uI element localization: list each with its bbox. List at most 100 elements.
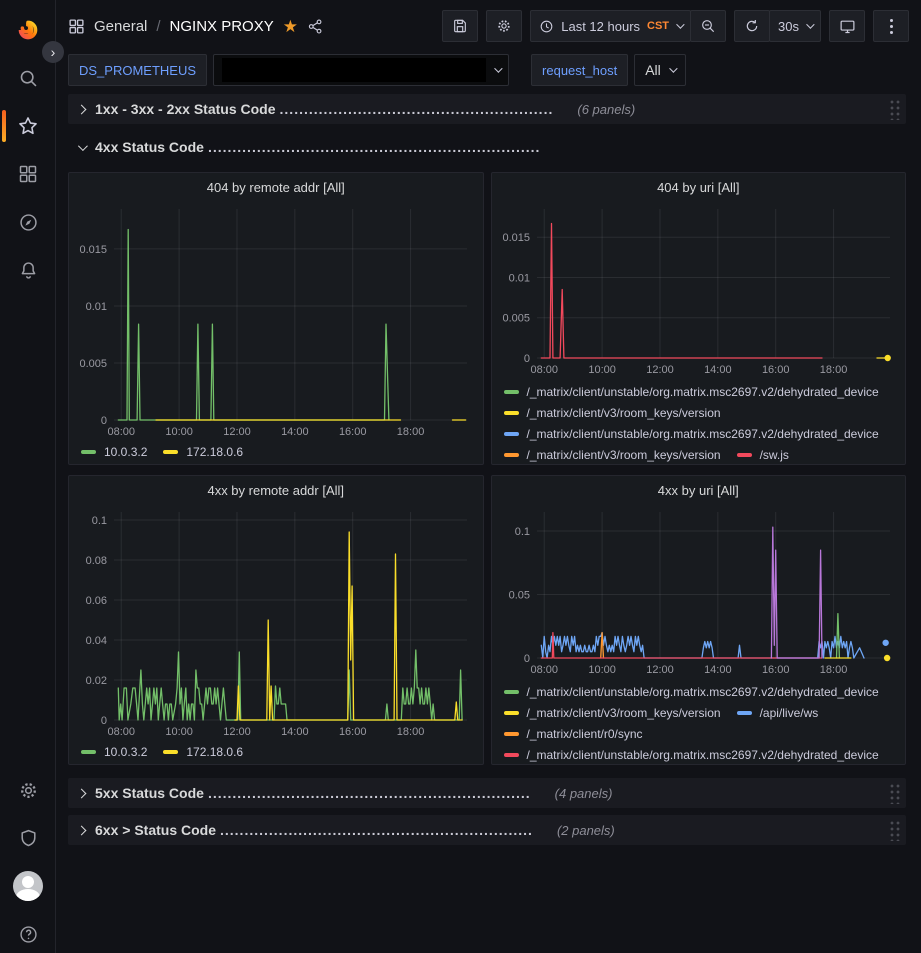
row-dot-leader: ........................................… [208,139,541,155]
variable-value-label: All [645,62,661,78]
compass-icon [18,212,39,233]
legend-label: /sw.js [760,448,789,462]
legend-item[interactable]: /_matrix/client/v3/room_keys/version [504,702,721,723]
svg-text:0: 0 [524,653,530,665]
legend-item[interactable]: /_matrix/client/unstable/org.matrix.msc2… [504,744,879,762]
sidebar-item-configuration[interactable] [0,772,56,808]
row-dot-leader: ........................................… [220,822,533,838]
favorite-star-icon[interactable]: ★ [283,18,298,35]
variable-label-ds-prometheus[interactable]: DS_PROMETHEUS [68,54,207,86]
legend-item[interactable]: /_matrix/client/r0/sync [504,723,643,744]
legend-item[interactable]: /_matrix/client/unstable/org.matrix.msc2… [504,381,879,402]
legend-item[interactable]: /_matrix/client/unstable/org.matrix.msc2… [504,423,879,444]
refresh-icon [744,18,760,34]
drag-handle-icon[interactable] [888,819,902,841]
variable-label-request-host[interactable]: request_host [531,54,628,86]
legend-item[interactable]: 172.18.0.6 [163,441,243,462]
legend-label: /_matrix/client/v3/room_keys/version [527,406,721,420]
sidebar-item-search[interactable] [0,60,56,96]
tv-mode-button[interactable] [829,10,865,42]
timeseries-chart[interactable]: 00.0050.010.01508:0010:0012:0014:0016:00… [497,203,900,378]
legend-item[interactable]: 10.0.3.2 [81,441,147,462]
svg-text:08:00: 08:00 [108,426,136,438]
svg-text:10:00: 10:00 [588,364,616,376]
sidebar-item-help[interactable] [0,916,56,952]
svg-text:14:00: 14:00 [704,664,732,676]
legend-swatch-icon [504,390,519,394]
refresh-interval-picker[interactable]: 30s [769,10,821,42]
legend-label: 172.18.0.6 [186,745,243,759]
save-dashboard-button[interactable] [442,10,478,42]
legend-item[interactable]: 172.18.0.6 [163,741,243,762]
legend-label: 10.0.3.2 [104,745,147,759]
panel-title[interactable]: 404 by remote addr [All] [69,173,483,203]
variable-value-ds-prometheus[interactable] [213,54,509,86]
sidebar-item-profile[interactable] [0,868,56,904]
row-4xx[interactable]: 4xx Status Code ........................… [68,132,906,162]
sidebar-item-dashboards[interactable] [0,156,56,192]
share-icon[interactable] [307,18,324,35]
timeseries-chart[interactable]: 00.0050.010.01508:0010:0012:0014:0016:00… [74,203,477,438]
breadcrumb-separator: / [156,18,160,35]
drag-handle-icon[interactable] [888,98,902,120]
legend-swatch-icon [163,750,178,754]
svg-text:0.015: 0.015 [80,244,108,256]
legend-label: /_matrix/client/unstable/org.matrix.msc2… [527,748,879,762]
gear-icon [496,18,512,34]
sidebar-item-explore[interactable] [0,204,56,240]
panel-4xx-by-uri: 4xx by uri [All] 00.050.108:0010:0012:00… [491,475,907,765]
sidebar-expand-button[interactable]: › [42,41,64,63]
breadcrumb-section[interactable]: General [94,18,147,35]
panel-title[interactable]: 404 by uri [All] [492,173,906,203]
gear-icon [18,780,39,801]
row-panel-count: (4 panels) [555,786,613,801]
chevron-right-icon [77,825,87,835]
legend-label: 172.18.0.6 [186,445,243,459]
row-6xx[interactable]: 6xx > Status Code ......................… [68,815,906,845]
row-5xx[interactable]: 5xx Status Code ........................… [68,778,906,808]
legend-item[interactable]: /api/live/ws [737,702,819,723]
panel-title[interactable]: 4xx by uri [All] [492,476,906,506]
timeseries-chart[interactable]: 00.020.040.060.080.108:0010:0012:0014:00… [74,506,477,738]
clock-icon [539,19,554,34]
more-options-button[interactable] [873,10,909,42]
refresh-button[interactable] [734,10,770,42]
svg-text:16:00: 16:00 [762,664,790,676]
panel-title[interactable]: 4xx by remote addr [All] [69,476,483,506]
legend-swatch-icon [81,450,96,454]
legend-item[interactable]: /_matrix/client/unstable/org.matrix.msc2… [504,681,879,702]
time-range-picker[interactable]: Last 12 hours CST [530,10,691,42]
svg-text:0.1: 0.1 [514,526,529,538]
row-1xx-3xx-2xx[interactable]: 1xx - 3xx - 2xx Status Code ............… [68,94,906,124]
legend-swatch-icon [163,450,178,454]
timeseries-chart[interactable]: 00.050.108:0010:0012:0014:0016:0018:00 [497,506,900,678]
sidebar-item-server-admin[interactable] [0,820,56,856]
svg-text:0.1: 0.1 [92,515,107,527]
svg-text:12:00: 12:00 [646,664,674,676]
legend-label: 10.0.3.2 [104,445,147,459]
drag-handle-icon[interactable] [888,782,902,804]
chevron-right-icon [77,104,87,114]
svg-text:08:00: 08:00 [530,664,558,676]
sidebar-item-alerting[interactable] [0,252,56,288]
panel-grid: 404 by remote addr [All] 00.0050.010.015… [68,172,906,765]
dashboard-title[interactable]: NGINX PROXY [170,18,274,35]
variable-value-request-host[interactable]: All [634,54,686,86]
sidebar-item-starred[interactable] [0,108,56,144]
svg-text:18:00: 18:00 [397,426,425,438]
svg-text:0.05: 0.05 [508,590,529,602]
svg-text:18:00: 18:00 [820,364,848,376]
legend-swatch-icon [737,453,752,457]
legend-item[interactable]: /sw.js [737,444,789,462]
grafana-logo-icon [15,17,41,43]
redacted-value [222,58,486,82]
svg-text:0: 0 [101,415,107,427]
legend-item[interactable]: 10.0.3.2 [81,741,147,762]
dashboard-settings-button[interactable] [486,10,522,42]
zoom-out-button[interactable] [690,10,726,42]
row-title: 6xx > Status Code [95,822,216,838]
legend-item[interactable]: /_matrix/client/v3/room_keys/version [504,402,721,423]
svg-text:10:00: 10:00 [166,726,194,738]
legend-item[interactable]: /_matrix/client/v3/room_keys/version [504,444,721,462]
dashboard-toolbar: Last 12 hours CST [442,10,909,42]
